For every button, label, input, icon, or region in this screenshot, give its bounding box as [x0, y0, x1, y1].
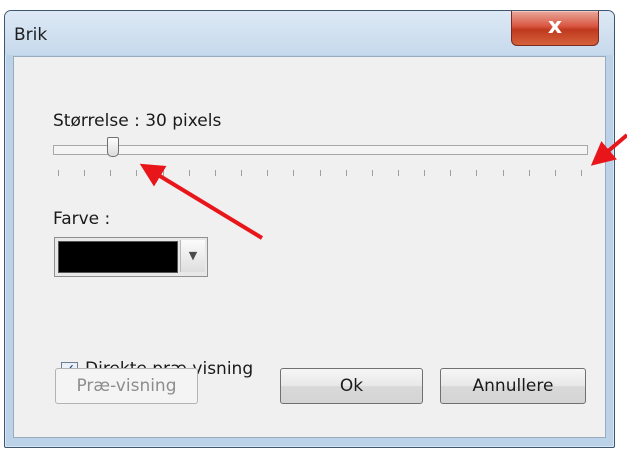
- slider-tick: [371, 170, 373, 176]
- slider-tick: [424, 170, 426, 176]
- size-slider-ticks: [14, 170, 605, 180]
- slider-tick: [162, 170, 164, 176]
- preview-button[interactable]: Præ-visning: [55, 368, 198, 404]
- close-button[interactable]: x: [511, 11, 599, 46]
- slider-tick: [397, 170, 399, 176]
- slider-tick: [528, 170, 530, 176]
- slider-tick: [293, 170, 295, 176]
- slider-tick: [110, 170, 112, 176]
- dialog-title: Brik: [14, 25, 48, 45]
- slider-tick: [241, 170, 243, 176]
- slider-tick: [450, 170, 452, 176]
- slider-tick: [476, 170, 478, 176]
- color-swatch: [58, 241, 178, 273]
- slider-tick: [502, 170, 504, 176]
- brik-dialog: Brik x Størrelse : 30 pixels Farve : ▼ ✓…: [4, 10, 615, 448]
- dialog-body: Størrelse : 30 pixels Farve : ▼ ✓ Direkt…: [13, 56, 606, 438]
- slider-tick: [267, 170, 269, 176]
- size-slider-track[interactable]: [53, 145, 588, 155]
- size-slider-thumb[interactable]: [106, 137, 119, 157]
- slider-tick: [214, 170, 216, 176]
- size-label: Størrelse : 30 pixels: [53, 111, 222, 131]
- slider-tick: [136, 170, 138, 176]
- ok-button[interactable]: Ok: [280, 368, 423, 404]
- slider-tick: [554, 170, 556, 176]
- cancel-button[interactable]: Annullere: [440, 368, 586, 404]
- slider-tick: [58, 170, 59, 176]
- close-icon: x: [547, 14, 563, 39]
- slider-tick: [581, 170, 582, 176]
- title-bar: Brik x: [5, 11, 614, 55]
- color-picker[interactable]: ▼: [54, 237, 208, 277]
- chevron-down-icon[interactable]: ▼: [180, 240, 205, 272]
- slider-tick: [84, 170, 86, 176]
- slider-tick: [319, 170, 321, 176]
- slider-tick: [345, 170, 347, 176]
- slider-tick: [188, 170, 190, 176]
- color-label: Farve :: [53, 209, 111, 229]
